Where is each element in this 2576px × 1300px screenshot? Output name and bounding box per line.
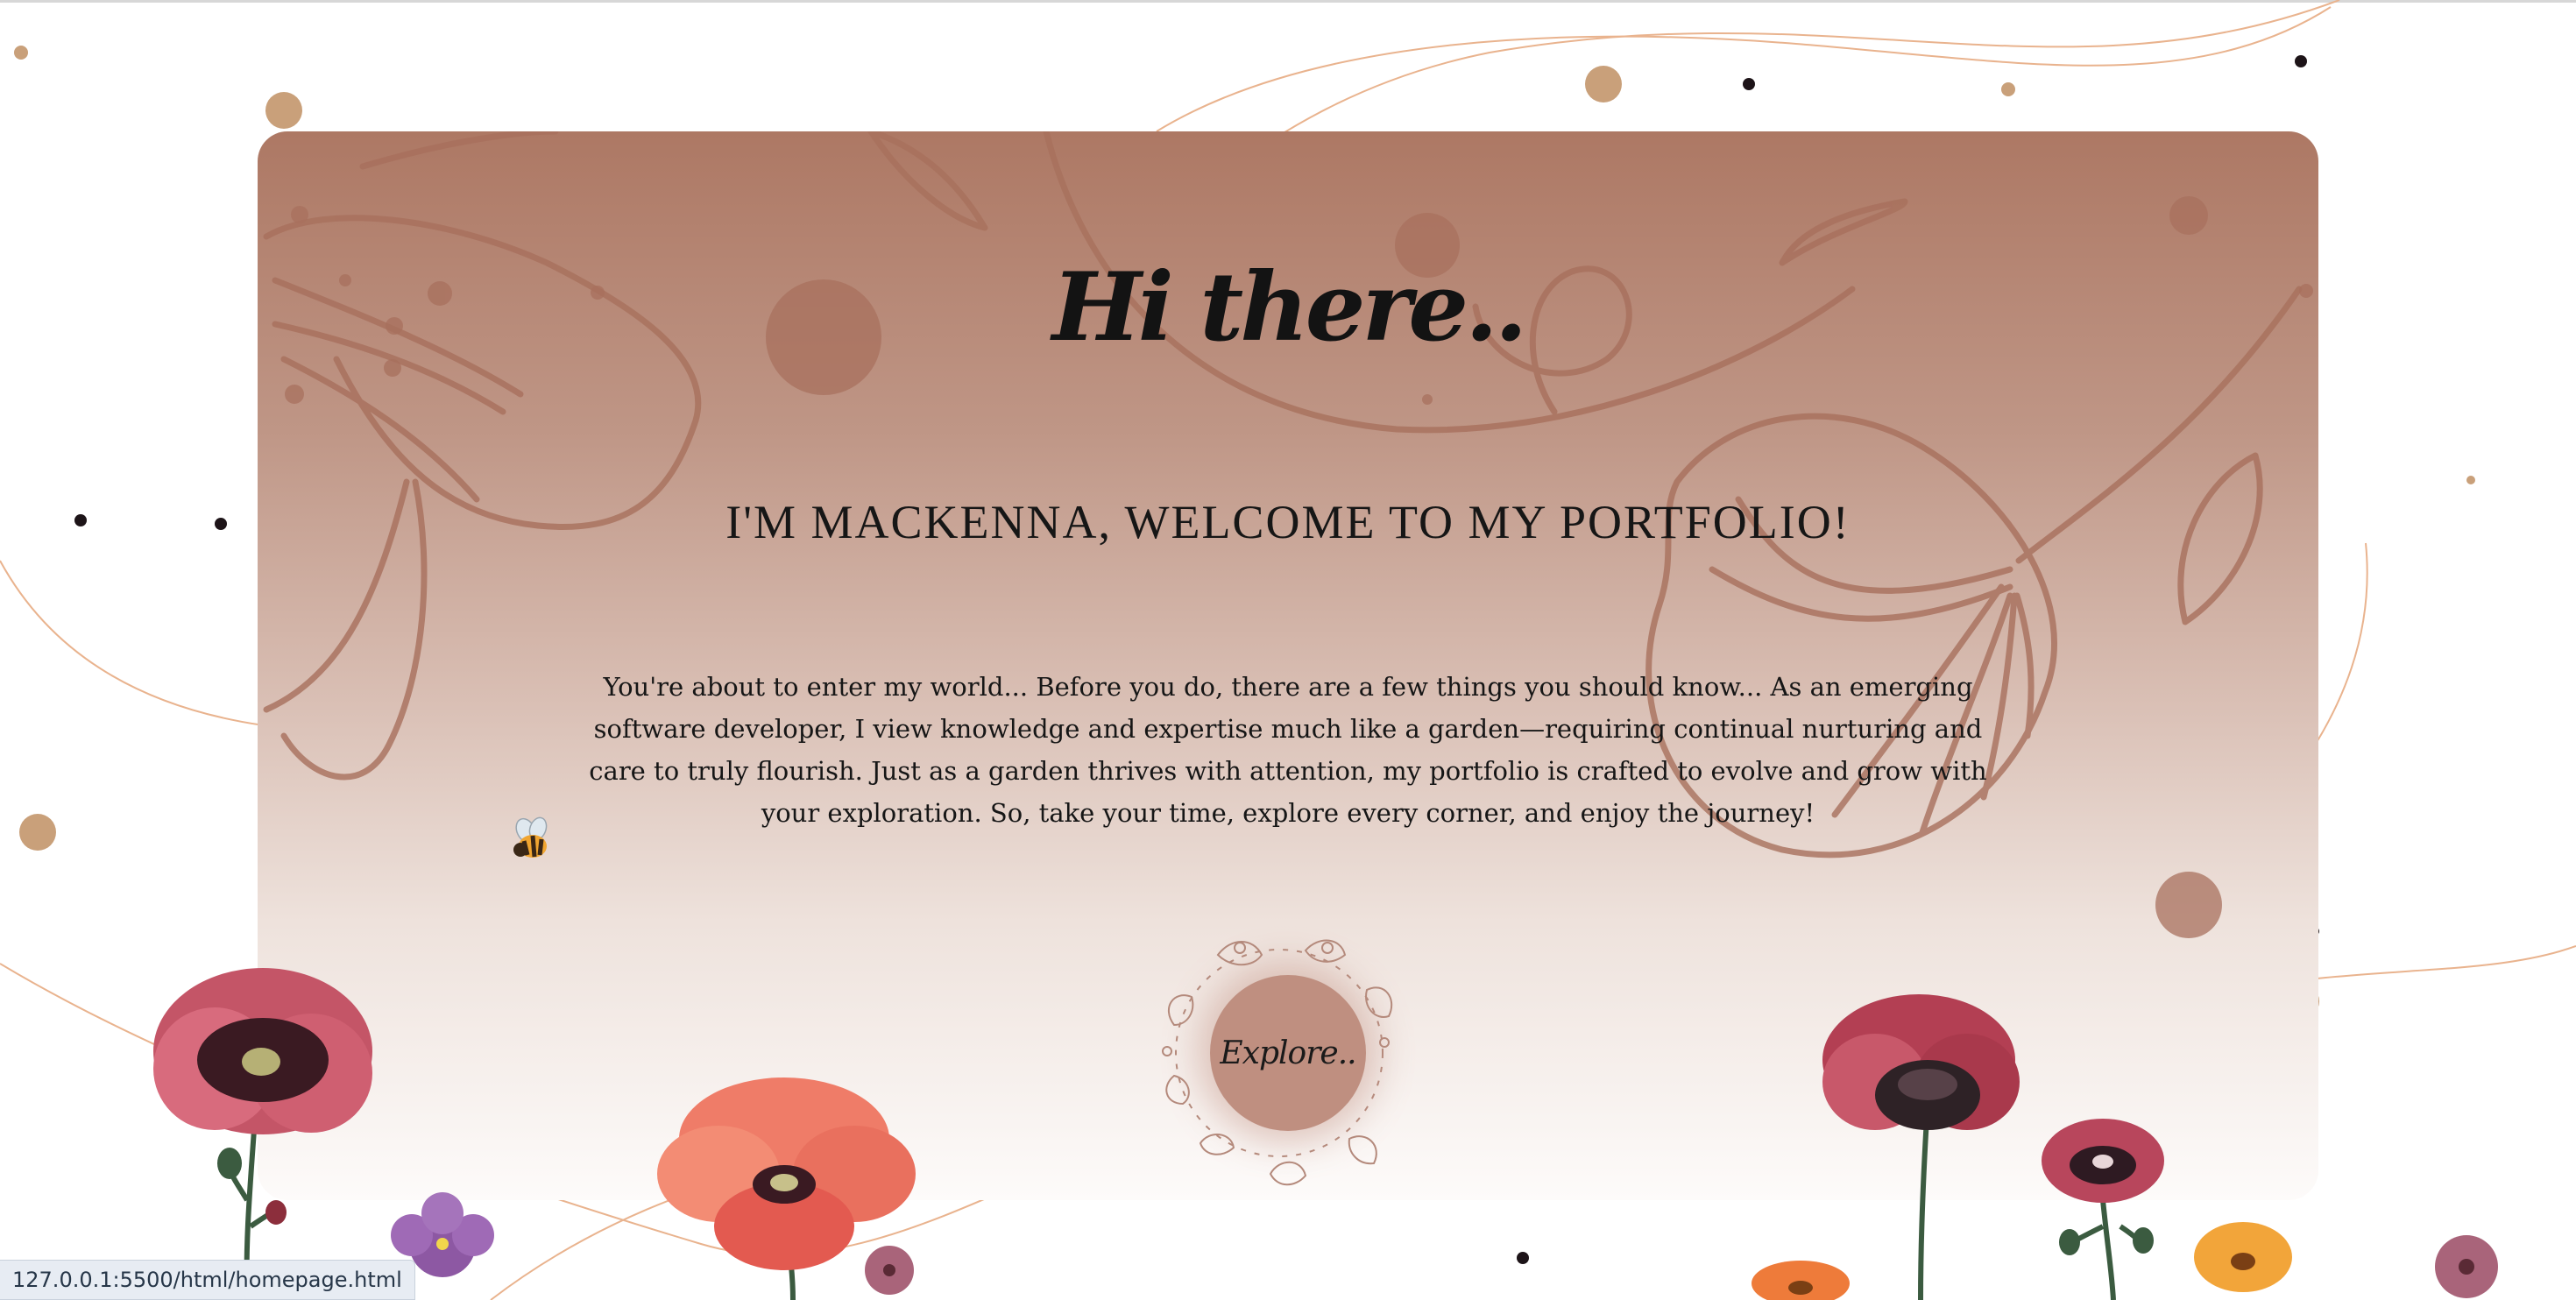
homepage: Hi there.. I'M MACKENNA, WELCOME TO MY P… — [0, 0, 2576, 1300]
status-bar-url: 127.0.0.1:5500/html/homepage.html — [0, 1260, 415, 1300]
poppy-flowers-icon — [153, 968, 2498, 1300]
